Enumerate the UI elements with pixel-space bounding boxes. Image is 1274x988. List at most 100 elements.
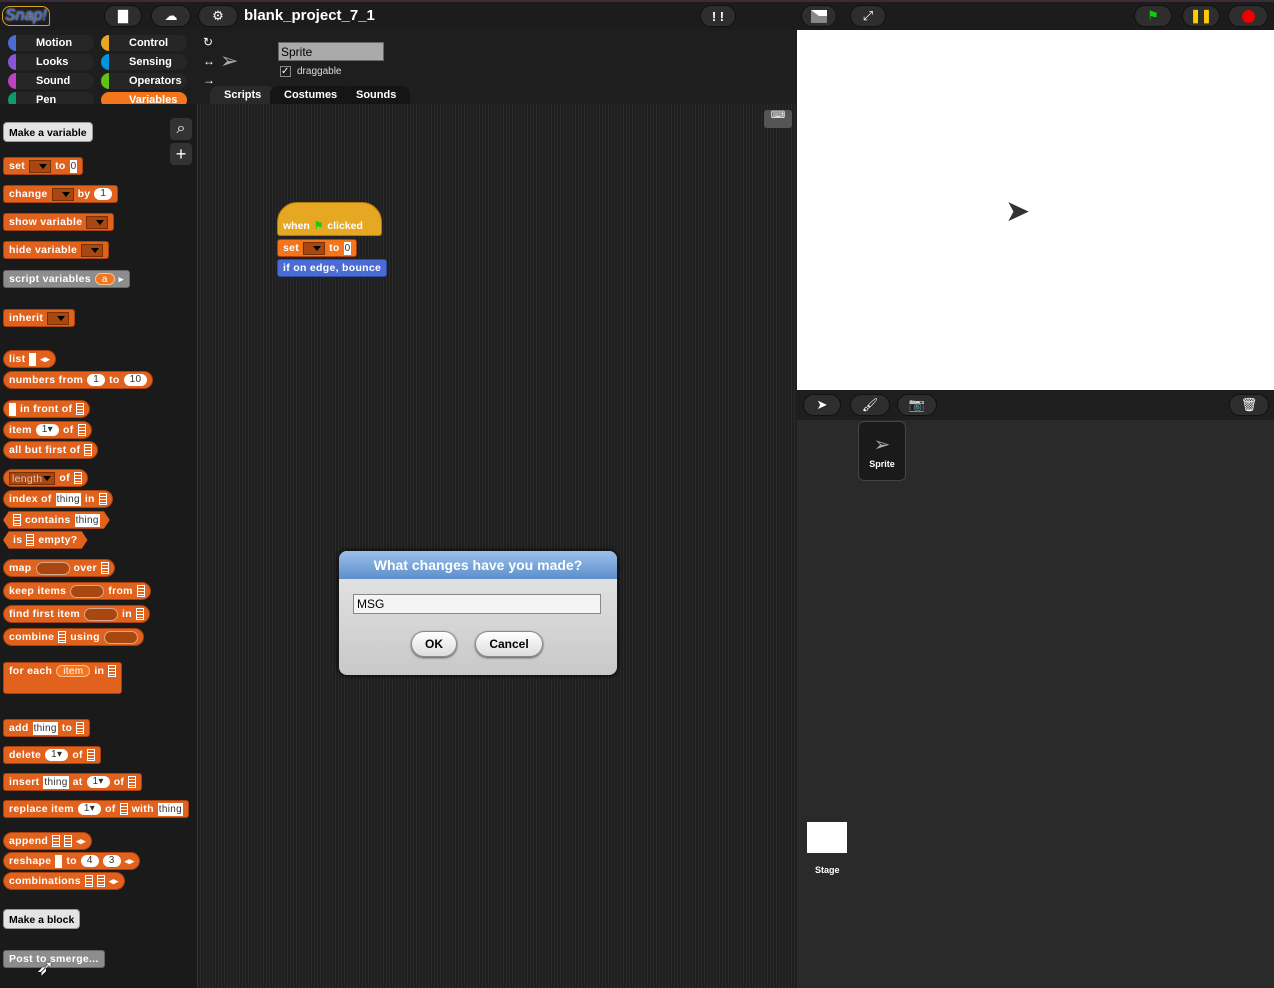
list-icon[interactable] xyxy=(84,875,93,887)
in-front-of-block[interactable]: in front of xyxy=(3,400,91,418)
ring-slot[interactable] xyxy=(84,607,119,621)
is-empty-block[interactable]: is empty? xyxy=(3,531,88,549)
list-icon[interactable] xyxy=(100,562,109,574)
script-variables-block[interactable]: script variables a ▸ xyxy=(3,270,130,288)
cloud-button[interactable]: ☁ xyxy=(151,5,191,27)
changes-input[interactable] xyxy=(353,594,601,614)
list-icon[interactable] xyxy=(76,403,85,415)
for-each-block[interactable]: for each item in xyxy=(3,662,123,694)
find-first-item-block[interactable]: find first item in xyxy=(3,605,150,623)
list-icon[interactable] xyxy=(64,835,73,847)
item-of-block[interactable]: item 1▾ of xyxy=(3,421,92,439)
number-slot[interactable]: 1 xyxy=(94,188,113,200)
snap-logo[interactable]: Snap! xyxy=(2,6,50,26)
category-sensing[interactable]: Sensing xyxy=(101,54,187,70)
dropdown-slot[interactable] xyxy=(86,215,109,229)
sprite-name-input[interactable] xyxy=(278,42,384,61)
text-slot[interactable]: thing xyxy=(157,802,183,816)
list-icon[interactable] xyxy=(52,835,61,847)
list-icon[interactable] xyxy=(58,631,67,643)
stop-button[interactable] xyxy=(1228,5,1268,27)
variadic-arrows-icon[interactable]: ◂▸ xyxy=(109,876,119,887)
value-slot[interactable]: 0 xyxy=(343,241,352,255)
category-sound[interactable]: Sound xyxy=(8,73,94,89)
list-icon[interactable] xyxy=(98,493,107,505)
list-icon[interactable] xyxy=(13,514,21,526)
flip-icon[interactable]: ↔ xyxy=(203,54,215,68)
green-flag-button[interactable]: ⚑ xyxy=(1134,5,1172,27)
camera-button[interactable]: 📷 xyxy=(897,394,937,416)
dropdown-slot[interactable] xyxy=(81,243,104,257)
variadic-arrows-icon[interactable]: ▸ xyxy=(119,274,124,285)
category-operators[interactable]: Operators xyxy=(101,73,187,89)
delete-block[interactable]: delete 1▾ of xyxy=(3,746,101,764)
append-block[interactable]: append ◂▸ xyxy=(3,832,92,850)
set-block[interactable]: set to 0 xyxy=(3,157,84,175)
file-button[interactable]: ▇ xyxy=(104,5,142,27)
text-slot[interactable] xyxy=(55,854,63,868)
number-slot[interactable]: 1▾ xyxy=(77,803,102,815)
keyboard-icon[interactable]: ⌨ xyxy=(764,110,792,128)
number-slot[interactable]: 3 xyxy=(102,855,121,867)
number-slot[interactable]: 1▾ xyxy=(86,776,110,788)
number-slot[interactable]: 4 xyxy=(80,855,99,867)
number-slot[interactable]: 1▾ xyxy=(35,424,59,436)
text-slot[interactable]: thing xyxy=(75,514,100,527)
text-slot[interactable]: thing xyxy=(43,775,69,789)
all-but-first-block[interactable]: all but first of xyxy=(3,441,99,459)
dropdown-slot[interactable] xyxy=(51,187,74,201)
list-icon[interactable] xyxy=(119,803,128,815)
category-motion[interactable]: Motion xyxy=(8,35,94,51)
length-of-block[interactable]: length of xyxy=(3,469,88,487)
no-rotate-icon[interactable]: → xyxy=(203,73,215,87)
list-icon[interactable] xyxy=(135,608,144,620)
combinations-block[interactable]: combinations ◂▸ xyxy=(3,872,125,890)
reshape-block[interactable]: reshape to 4 3 ◂▸ xyxy=(3,852,141,870)
cancel-button[interactable]: Cancel xyxy=(475,631,543,657)
pause-button[interactable]: ❚❚ xyxy=(1182,5,1220,27)
number-slot[interactable]: 10 xyxy=(123,374,148,386)
ring-slot[interactable] xyxy=(35,561,70,575)
list-icon[interactable] xyxy=(96,875,105,887)
list-icon[interactable] xyxy=(86,749,95,761)
text-slot[interactable]: thing xyxy=(32,721,58,735)
combine-block[interactable]: combine using xyxy=(3,628,144,646)
settings-button[interactable]: ⚙ xyxy=(198,5,238,27)
sprite-icon-item[interactable]: ➢ Sprite xyxy=(858,421,906,481)
variable-dropdown[interactable] xyxy=(303,241,326,255)
block-palette[interactable]: Make a variable ⌕ + set to 0 change by 1 show … xyxy=(0,104,198,988)
stage-thumbnail[interactable] xyxy=(807,822,847,853)
footprints-button[interactable]: ! ! xyxy=(700,5,736,27)
ok-button[interactable]: OK xyxy=(411,631,457,657)
turtle-button[interactable]: ➤ xyxy=(803,394,841,416)
list-icon[interactable] xyxy=(26,534,34,546)
set-block[interactable]: set to 0 xyxy=(277,239,358,257)
tab-scripts[interactable]: Scripts xyxy=(210,86,276,104)
when-flag-clicked-block[interactable]: when ⚑ clicked xyxy=(277,202,382,236)
list-icon[interactable] xyxy=(76,722,85,734)
text-slot[interactable] xyxy=(9,402,16,416)
map-block[interactable]: map over xyxy=(3,559,115,577)
inherit-block[interactable]: inherit xyxy=(3,309,76,327)
show-variable-block[interactable]: show variable xyxy=(3,213,115,231)
ring-slot[interactable] xyxy=(103,630,138,644)
number-slot[interactable]: 1▾ xyxy=(45,749,69,761)
list-icon[interactable] xyxy=(77,424,86,436)
dropdown-slot[interactable] xyxy=(29,159,52,173)
delete-button[interactable]: 🗑 xyxy=(1229,394,1269,416)
text-slot[interactable]: 0 xyxy=(69,159,78,173)
category-looks[interactable]: Looks xyxy=(8,54,94,70)
text-slot[interactable] xyxy=(29,352,37,366)
make-block-button[interactable]: Make a block xyxy=(3,909,81,929)
draggable-checkbox[interactable]: ✓ xyxy=(280,66,291,77)
search-icon[interactable]: ⌕ xyxy=(170,118,192,140)
rotate-icon[interactable]: ↻ xyxy=(203,35,213,49)
bounce-block[interactable]: if on edge, bounce xyxy=(277,259,388,277)
stage[interactable]: ➤ xyxy=(797,30,1274,390)
number-slot[interactable]: a xyxy=(94,273,115,285)
number-slot[interactable]: item xyxy=(56,665,91,677)
variadic-arrows-icon[interactable]: ◂▸ xyxy=(40,354,50,365)
insert-block[interactable]: insert thing at 1▾ of xyxy=(3,773,143,791)
numbers-from-block[interactable]: numbers from 1 to 10 xyxy=(3,371,154,389)
paint-button[interactable]: 🖌 xyxy=(850,394,890,416)
